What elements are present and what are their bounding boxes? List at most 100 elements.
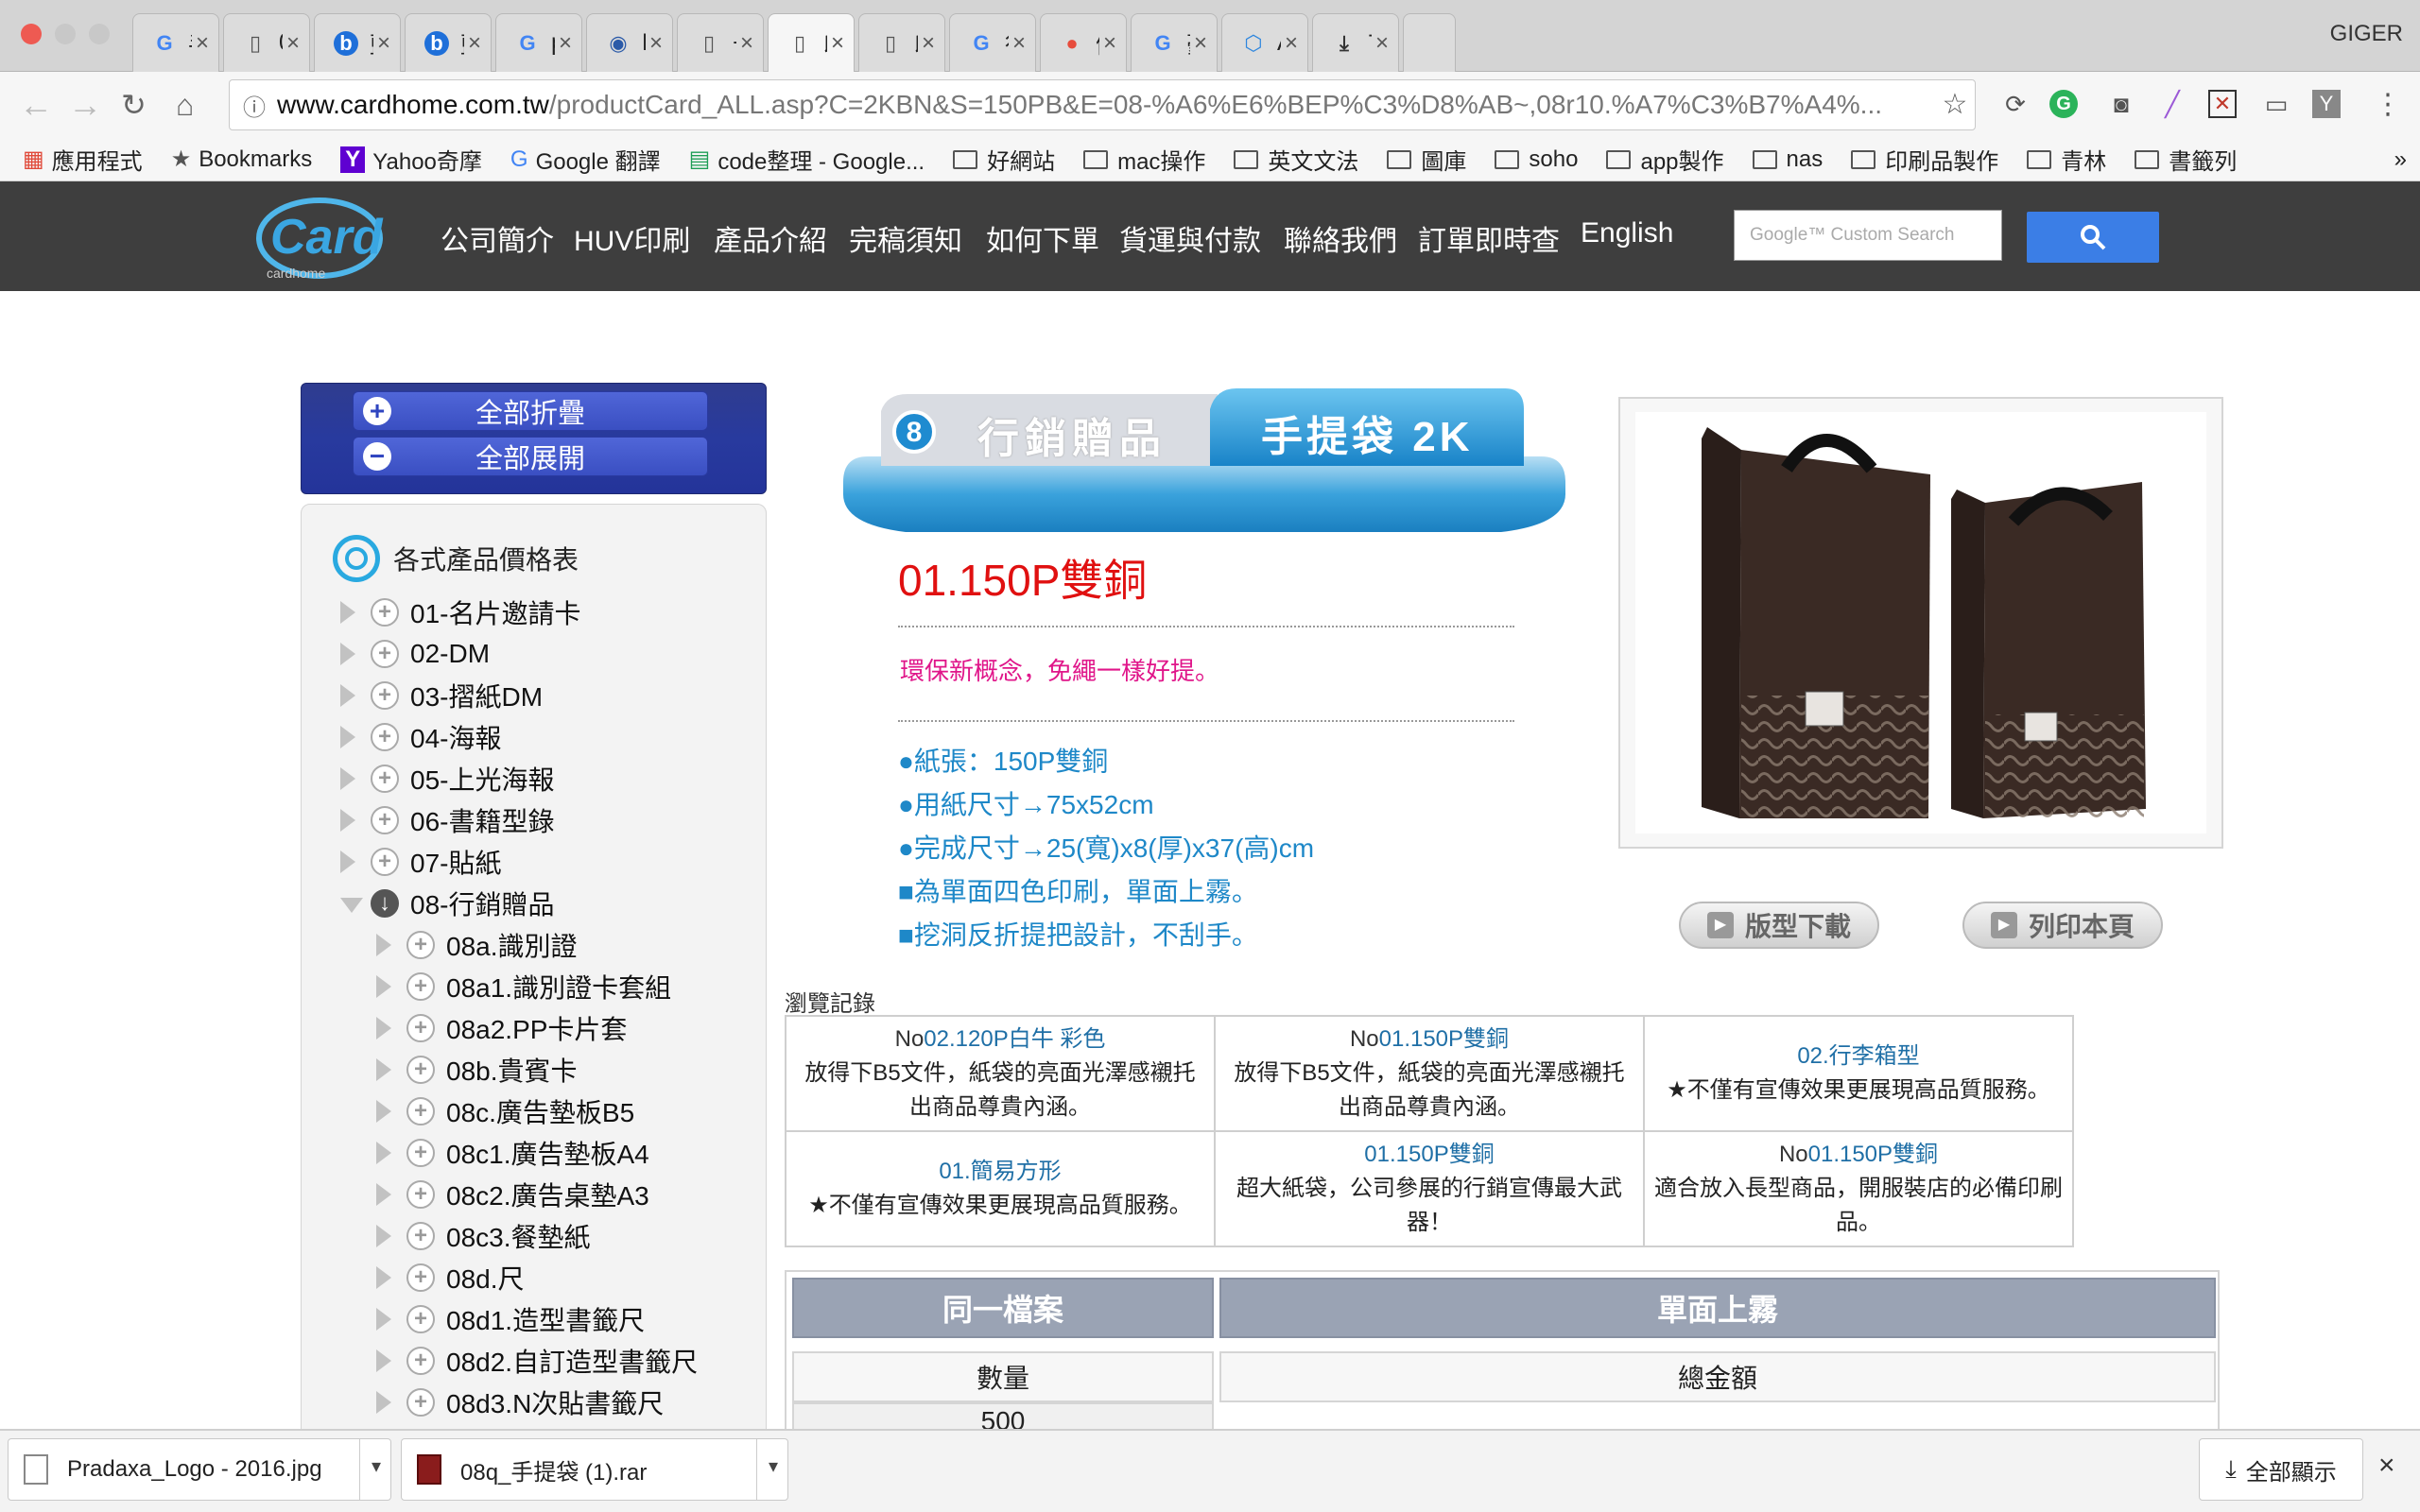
triangle-right-icon[interactable] [340, 599, 359, 626]
triangle-right-icon[interactable] [340, 724, 359, 750]
history-item-name[interactable]: No01.150P雙銅 [1654, 1138, 2063, 1172]
sidebar-tree-item[interactable]: +04-海報 [340, 718, 501, 756]
expand-all-button[interactable]: − 全部展開 [353, 437, 708, 476]
close-tab-icon[interactable]: × [922, 30, 935, 57]
browser-tab[interactable]: ▯ 033× [223, 13, 310, 72]
y-extension-icon[interactable]: Y [2312, 90, 2341, 118]
sidebar-tree-item[interactable]: +08d2.自訂造型書籤尺 [376, 1342, 698, 1380]
address-bar[interactable]: ⓘ www.cardhome.com.tw/productCard_ALL.as… [229, 79, 1976, 130]
home-button[interactable]: ⌂ [176, 87, 194, 123]
site-nav-item[interactable]: 訂單即時查 [1418, 217, 1560, 259]
more-bookmarks-button[interactable]: » [2394, 146, 2407, 173]
bookmark-item[interactable]: 英文文法 [1234, 143, 1358, 176]
history-cell[interactable]: 02.行李箱型 ★不僅有宣傳效果更展現高品質服務。 [1643, 1015, 2074, 1132]
triangle-right-icon[interactable] [340, 641, 359, 667]
close-tab-icon[interactable]: × [1194, 30, 1207, 57]
bookmark-item[interactable]: 印刷品製作 [1851, 143, 1998, 176]
sidebar-tree-item[interactable]: +08a1.識別證卡套組 [376, 968, 671, 1005]
browser-tab[interactable]: ▯ 印刷× [768, 13, 855, 73]
history-cell[interactable]: No01.150P雙銅 放得下B5文件，紙袋的亮面光澤感襯托出商品尊貴內涵。 [1214, 1015, 1645, 1132]
browser-tab[interactable]: ⤓ 下載× [1312, 13, 1399, 72]
site-search-input[interactable]: Google™ Custom Search [1734, 210, 2002, 261]
sidebar-tree-item[interactable]: +01-名片邀請卡 [340, 593, 580, 631]
zoom-window-button[interactable] [89, 24, 110, 44]
sidebar-tree-item[interactable]: +08c.廣告墊板B5 [376, 1092, 634, 1130]
category-tab-label[interactable]: 行銷贈品 [977, 404, 1167, 465]
grammarly-extension-icon[interactable]: G [2049, 90, 2078, 118]
sidebar-tree-item[interactable]: +02-DM [340, 635, 490, 673]
site-nav-item[interactable]: 產品介紹 [714, 217, 827, 259]
triangle-right-icon[interactable] [376, 1057, 395, 1083]
site-nav-item[interactable]: 貨運與付款 [1119, 217, 1261, 259]
sidebar-tree-item[interactable]: +06-書籍型錄 [340, 801, 554, 839]
close-tab-icon[interactable]: × [286, 30, 300, 57]
close-tab-icon[interactable]: × [1103, 30, 1116, 57]
triangle-right-icon[interactable] [340, 682, 359, 709]
show-all-downloads-button[interactable]: ⤓ 全部顯示 [2199, 1438, 2363, 1501]
forward-button[interactable]: → [68, 87, 102, 123]
reload-button[interactable]: ↻ [121, 87, 147, 123]
triangle-down-icon[interactable] [340, 890, 363, 917]
sidebar-tree-item[interactable]: +03-摺紙DM [340, 677, 543, 714]
sidebar-tree-item[interactable]: +08d3.N次貼書籤尺 [376, 1383, 664, 1421]
close-tab-icon[interactable]: × [1012, 30, 1026, 57]
triangle-right-icon[interactable] [340, 849, 359, 875]
print-page-button[interactable]: ▶ 列印本頁 [1962, 902, 2163, 949]
bookmark-item[interactable]: nas [1752, 146, 1823, 173]
triangle-right-icon[interactable] [376, 932, 395, 958]
history-cell[interactable]: 01.簡易方形 ★不僅有宣傳效果更展現高品質服務。 [785, 1130, 1216, 1247]
site-nav-item[interactable]: 聯絡我們 [1284, 217, 1397, 259]
history-item-name[interactable]: No02.120P白牛 彩色 [796, 1022, 1204, 1057]
site-nav-item[interactable]: 公司簡介 [441, 217, 554, 259]
bookmark-item[interactable]: mac操作 [1083, 143, 1205, 176]
triangle-right-icon[interactable] [376, 1098, 395, 1125]
triangle-right-icon[interactable] [340, 807, 359, 833]
bookmark-item[interactable]: ★ Bookmarks [171, 146, 313, 173]
sync-extension-icon[interactable]: ⟳ [1998, 87, 2032, 121]
browser-tab[interactable]: G 手提× [132, 13, 219, 72]
sidebar-tree-item[interactable]: +08d.尺 [376, 1259, 525, 1297]
screen-capture-extension-icon[interactable]: ▭ [2259, 87, 2293, 121]
browser-tab[interactable]: ◉ Prad× [586, 13, 673, 72]
sidebar-tree-item[interactable]: +08b.貴賓卡 [376, 1051, 578, 1089]
triangle-right-icon[interactable] [340, 765, 359, 792]
bookmark-star-icon[interactable]: ☆ [1938, 87, 1972, 121]
bookmark-item[interactable]: 青林 [2027, 143, 2106, 176]
history-cell[interactable]: No02.120P白牛 彩色 放得下B5文件，紙袋的亮面光澤感襯托出商品尊貴內涵。 [785, 1015, 1216, 1132]
close-tab-icon[interactable]: × [740, 30, 753, 57]
download-item[interactable]: Pradaxa_Logo - 2016.jpg ▾ [8, 1438, 391, 1501]
sidebar-tree-item[interactable]: +07-貼紙 [340, 843, 501, 881]
sidebar-tree-item[interactable]: +08a.識別證 [376, 926, 578, 964]
sidebar-tree-item[interactable]: +08a2.PP卡片套 [376, 1009, 627, 1047]
chevron-down-icon[interactable]: ▾ [769, 1454, 778, 1478]
site-nav-item[interactable]: 完稿須知 [849, 217, 962, 259]
triangle-right-icon[interactable] [376, 1140, 395, 1166]
close-window-button[interactable] [21, 24, 42, 44]
bookmark-item[interactable]: app製作 [1606, 143, 1724, 176]
triangle-right-icon[interactable] [376, 1223, 395, 1249]
close-tab-icon[interactable]: × [831, 30, 844, 57]
bookmark-item[interactable]: 書籤列 [2135, 143, 2237, 176]
product-photo[interactable] [1635, 412, 2206, 833]
bookmark-item[interactable]: ▦ 應用程式 [23, 143, 143, 176]
close-tab-icon[interactable]: × [1285, 30, 1298, 57]
history-item-name[interactable]: 01.簡易方形 [796, 1155, 1204, 1189]
browser-tab[interactable]: ▯ 印刷× [858, 13, 945, 72]
bookmark-item[interactable]: ▤ code整理 - Google... [689, 143, 925, 176]
close-tab-icon[interactable]: × [649, 30, 663, 57]
camera-extension-icon[interactable]: ◙ [2104, 87, 2138, 121]
sidebar-tree-item[interactable]: +08c1.廣告墊板A4 [376, 1134, 649, 1172]
download-template-button[interactable]: ▶ 版型下載 [1679, 902, 1879, 949]
chevron-down-icon[interactable]: ▾ [372, 1454, 381, 1478]
browser-tab[interactable]: ⬡ Angu × [1221, 13, 1308, 72]
browser-tab[interactable]: b 藍格× [405, 13, 492, 72]
download-item[interactable]: 08q_手提袋 (1).rar ▾ [401, 1438, 788, 1501]
browser-tab[interactable]: G 豪堤× [1131, 13, 1218, 72]
close-downloads-bar-button[interactable]: × [2378, 1450, 2395, 1482]
menu-icon[interactable]: ⋮ [2371, 87, 2405, 121]
profile-name[interactable]: GIGER [2330, 21, 2403, 47]
triangle-right-icon[interactable] [376, 1348, 395, 1374]
subcategory-tab-label[interactable]: 手提袋 2K [1261, 403, 1473, 463]
minimize-window-button[interactable] [55, 24, 76, 44]
bookmark-item[interactable]: soho [1495, 146, 1578, 173]
